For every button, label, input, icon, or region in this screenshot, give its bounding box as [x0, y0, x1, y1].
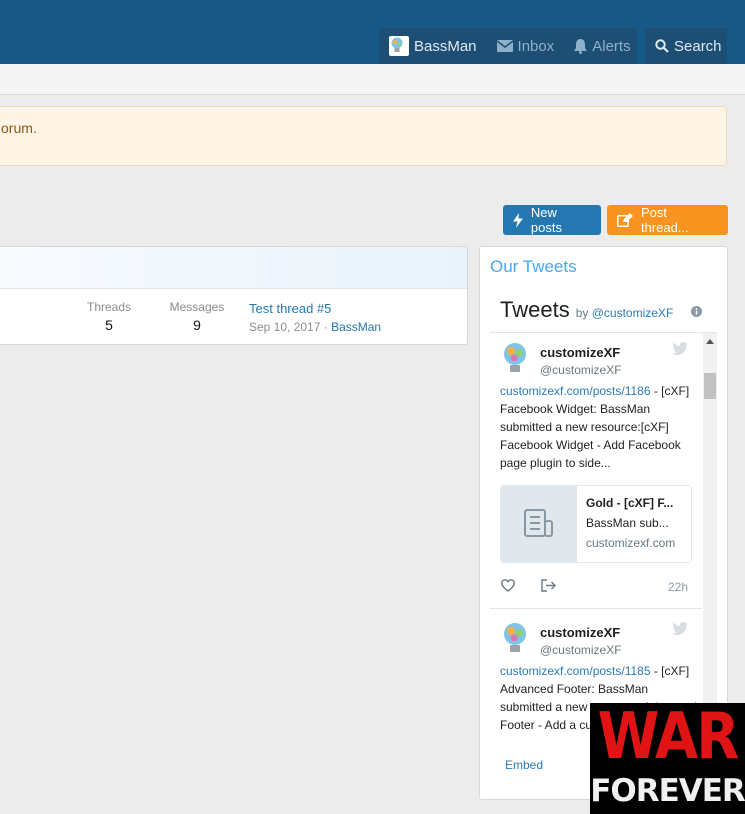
tweet-author-name[interactable]: customizeXF [540, 625, 620, 640]
tweet-actions: 22h [500, 578, 700, 598]
twitter-bird-icon[interactable] [672, 342, 688, 355]
info-icon[interactable] [691, 306, 702, 317]
user-name: BassMan [414, 37, 477, 55]
inbox-label: Inbox [517, 37, 555, 55]
card-image [501, 486, 577, 562]
alerts-label: Alerts [592, 37, 631, 55]
search-nav-group: Search [645, 28, 727, 64]
envelope-icon [496, 40, 513, 52]
search-link[interactable]: Search [655, 38, 722, 55]
tweets-header: Tweets by @customizeXF [500, 297, 673, 323]
notice-banner: orum. [0, 106, 727, 166]
bell-icon [574, 38, 588, 54]
share-icon[interactable] [541, 579, 556, 592]
sub-navigation-bar [0, 64, 745, 95]
inbox-link[interactable]: Inbox [496, 37, 555, 55]
messages-stat: Messages 9 [167, 300, 227, 333]
alerts-link[interactable]: Alerts [574, 37, 631, 55]
timeline-scrollbar[interactable] [703, 333, 717, 743]
threads-value: 5 [105, 317, 113, 333]
edit-icon [617, 213, 633, 227]
twitter-bird-icon[interactable] [672, 622, 688, 635]
latest-post: Test thread #5 Sep 10, 2017 · BassMan [249, 301, 381, 334]
scroll-up-arrow-icon[interactable] [706, 339, 714, 344]
scrollbar-thumb[interactable] [704, 373, 716, 399]
latest-thread-link[interactable]: Test thread #5 [249, 301, 381, 316]
watermark-line1: WAR [597, 703, 740, 774]
messages-label: Messages [169, 300, 225, 314]
tweet-author-handle[interactable]: @customizeXF [540, 643, 622, 657]
heart-icon[interactable] [501, 579, 515, 592]
card-title: Gold - [cXF] F... [586, 496, 674, 510]
embed-link[interactable]: Embed [505, 758, 543, 772]
war-forever-watermark: WAR FOREVER [590, 703, 745, 814]
latest-date: Sep 10, 2017 · [249, 320, 328, 334]
tweet-avatar[interactable] [500, 341, 530, 375]
tweet-link[interactable]: customizexf.com/posts/1185 [500, 664, 651, 678]
watermark-line2: FOREVER [590, 773, 745, 809]
search-label: Search [674, 37, 722, 55]
widget-title: Our Tweets [490, 257, 577, 276]
latest-user-link[interactable]: BassMan [331, 320, 381, 334]
tweets-timeline[interactable]: customizeXF @customizeXF customizexf.com… [490, 332, 717, 743]
user-menu[interactable]: BassMan [389, 36, 477, 56]
messages-value: 9 [193, 317, 201, 333]
forum-block-header [0, 247, 467, 289]
by-label: by [575, 306, 589, 320]
tweet-time[interactable]: 22h [668, 580, 688, 594]
bolt-icon [513, 212, 523, 228]
threads-stat: Threads 5 [83, 300, 135, 333]
tweet-author-name[interactable]: customizeXF [540, 345, 620, 360]
forum-node-block: Threads 5 Messages 9 Test thread #5 Sep … [0, 246, 468, 345]
new-posts-button[interactable]: New posts [503, 205, 601, 235]
notice-text: orum. [1, 120, 37, 136]
post-thread-button[interactable]: Post thread... [607, 205, 728, 235]
tweet-avatar[interactable] [500, 621, 530, 655]
search-icon [655, 39, 669, 53]
tweet-link[interactable]: customizexf.com/posts/1186 [500, 384, 651, 398]
user-avatar [389, 36, 409, 56]
link-card[interactable]: Gold - [cXF] F... BassMan sub... customi… [500, 485, 692, 563]
tweets-title: Tweets [500, 297, 570, 322]
card-domain: customizexf.com [586, 536, 676, 550]
user-nav-group: BassMan Inbox Alerts [379, 28, 637, 64]
top-navigation-bar: BassMan Inbox Alerts Search [0, 0, 745, 64]
post-thread-label: Post thread... [640, 205, 689, 235]
card-description: BassMan sub... [586, 516, 669, 530]
twitter-handle-link[interactable]: @customizeXF [592, 306, 674, 320]
tweet-divider [490, 608, 702, 609]
tweet-author-handle[interactable]: @customizeXF [540, 363, 622, 377]
tweet-text: customizexf.com/posts/1186 - [cXF] Faceb… [500, 382, 698, 472]
document-icon [524, 509, 553, 537]
threads-label: Threads [86, 300, 132, 314]
new-posts-label: New posts [530, 205, 562, 235]
